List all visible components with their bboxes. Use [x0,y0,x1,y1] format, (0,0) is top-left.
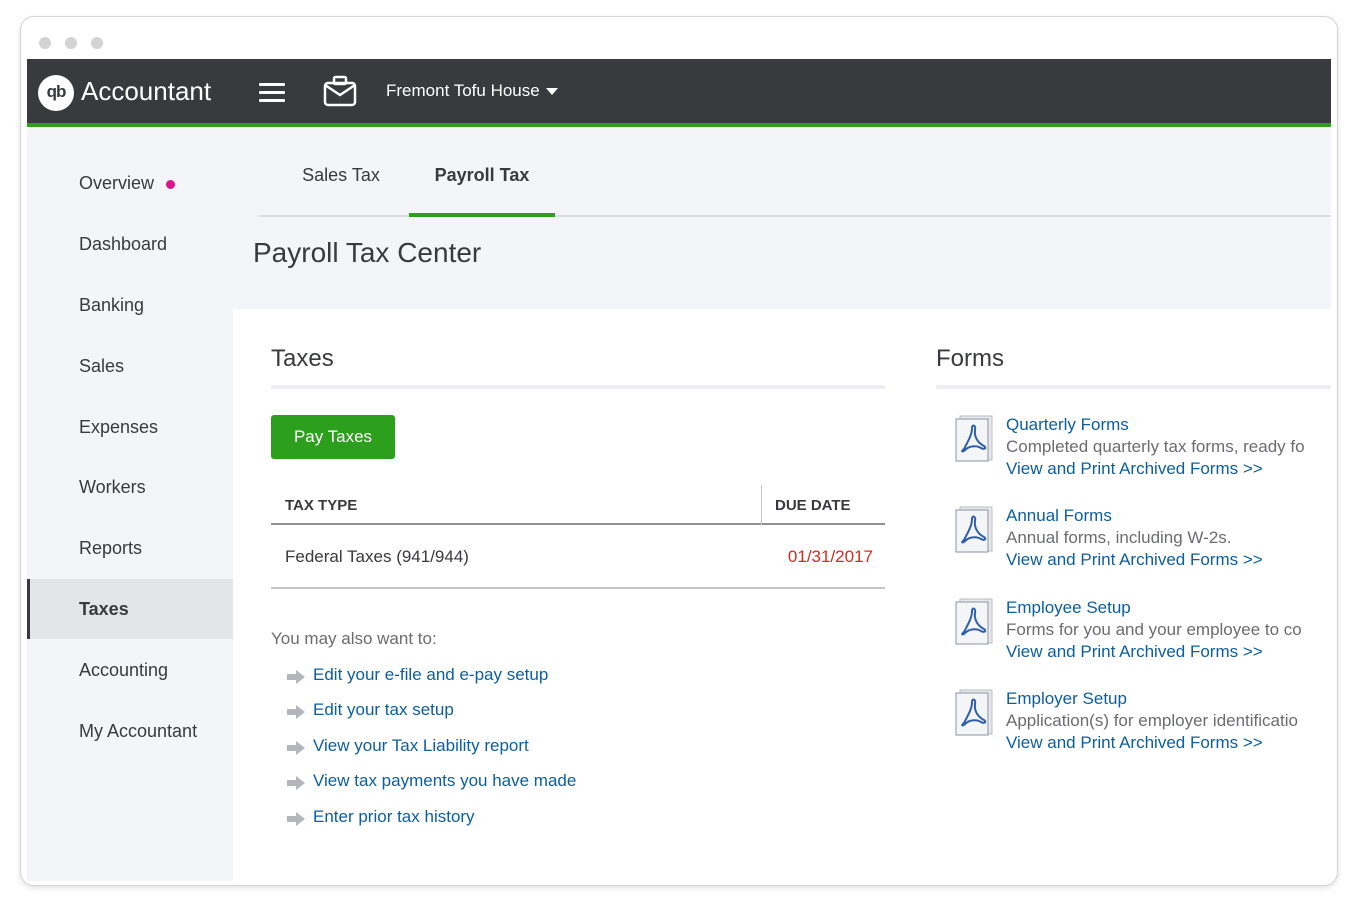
form-desc: Annual forms, including W-2s. [1006,528,1232,547]
browser-window: qb Accountant Fremont Tofu House Overvie… [20,16,1338,886]
link-text: View your Tax Liability report [313,736,529,755]
archived-forms-link[interactable]: View and Print Archived Forms >> [1006,733,1263,753]
sidebar-item-label: Workers [79,477,146,497]
tab-sales-tax[interactable]: Sales Tax [279,165,403,215]
sidebar-item-label: Banking [79,295,145,315]
due-date-cell: 01/31/2017 [787,547,873,566]
sidebar-item-label: Overview [79,173,155,193]
tab-bar: Sales Tax Payroll Tax [259,131,1331,217]
sidebar-item-my-accountant[interactable]: My Accountant [27,701,233,761]
tab-label: Payroll Tax [434,165,530,185]
app-frame: qb Accountant Fremont Tofu House Overvie… [27,59,1331,881]
window-dot-minimize[interactable] [65,37,77,49]
link-text: Edit your tax setup [313,700,454,719]
sidebar-item-taxes[interactable]: Taxes [27,579,233,639]
sidebar-item-label: Expenses [79,417,159,437]
notification-dot-icon [166,179,176,189]
sidebar-item-label: Reports [79,538,143,558]
logo-text: qb [46,82,67,101]
sidebar-item-overview[interactable]: Overview [27,153,233,213]
sidebar-item-expenses[interactable]: Expenses [27,397,233,457]
forms-section: Forms Quarterly Forms Completed quarterl… [936,309,1331,881]
pdf-document-icon [955,506,993,553]
sidebar-item-sales[interactable]: Sales [27,336,233,396]
sidebar-item-reports[interactable]: Reports [27,518,233,578]
window-dot-close[interactable] [39,37,51,49]
form-desc: Application(s) for employer identificati… [1006,711,1298,730]
arrow-right-icon [287,670,305,684]
arrow-right-icon [287,776,305,790]
company-selector[interactable]: Fremont Tofu House [386,81,558,101]
content-panel: Taxes Pay Taxes TAX TYPE DUE DATE Federa… [233,309,1331,881]
column-header-tax-type[interactable]: TAX TYPE [285,497,357,514]
form-item-employee-setup: Employee Setup Forms for you and your em… [954,598,1331,668]
archived-forms-link[interactable]: View and Print Archived Forms >> [1006,550,1263,570]
page-title: Payroll Tax Center [253,237,482,268]
tab-payroll-tax[interactable]: Payroll Tax [409,165,555,217]
form-desc: Completed quarterly tax forms, ready fo [1006,437,1305,456]
also-want-label: You may also want to: [271,629,437,648]
sidebar-item-workers[interactable]: Workers [27,457,233,517]
arrow-right-icon [287,705,305,719]
tax-type-cell: Federal Taxes (941/944) [285,547,469,566]
link-text: Edit your e-file and e-pay setup [313,665,549,684]
archived-forms-link[interactable]: View and Print Archived Forms >> [1006,642,1263,662]
window-controls [39,37,103,49]
sidebar-item-label: Dashboard [79,234,168,254]
sidebar-item-label: Accounting [79,660,169,680]
forms-heading: Forms [936,345,1004,372]
hamburger-menu-icon[interactable] [259,83,285,103]
table-row[interactable]: Federal Taxes (941/944) 01/31/2017 [271,525,885,589]
pdf-document-icon [955,415,993,462]
form-title-annual[interactable]: Annual Forms [1006,506,1112,526]
sidebar-item-banking[interactable]: Banking [27,275,233,335]
form-item-employer-setup: Employer Setup Application(s) for employ… [954,689,1331,759]
form-desc: Forms for you and your employee to co [1006,620,1302,639]
pdf-document-icon [955,689,993,736]
form-title-quarterly[interactable]: Quarterly Forms [1006,415,1129,435]
top-bar: qb Accountant Fremont Tofu House [27,59,1331,127]
sidebar-item-dashboard[interactable]: Dashboard [27,214,233,274]
window-dot-maximize[interactable] [91,37,103,49]
taxes-divider [271,385,885,389]
tax-table: TAX TYPE DUE DATE Federal Taxes (941/944… [271,483,885,589]
link-text: Enter prior tax history [313,807,475,826]
table-header: TAX TYPE DUE DATE [271,483,885,525]
company-name: Fremont Tofu House [386,81,540,100]
brand-title: Accountant [81,76,212,106]
pay-taxes-button[interactable]: Pay Taxes [271,415,395,459]
sidebar-item-accounting[interactable]: Accounting [27,640,233,700]
sidebar: Overview Dashboard Banking Sales Expense… [27,131,233,881]
form-item-annual: Annual Forms Annual forms, including W-2… [954,506,1331,576]
quickbooks-logo-icon[interactable]: qb [38,75,74,111]
arrow-right-icon [287,812,305,826]
tab-label: Sales Tax [302,165,380,185]
forms-divider [936,385,1331,389]
link-text: View tax payments you have made [313,771,577,790]
archived-forms-link[interactable]: View and Print Archived Forms >> [1006,459,1263,479]
taxes-heading: Taxes [271,345,334,372]
form-title-employer-setup[interactable]: Employer Setup [1006,689,1127,709]
briefcase-icon[interactable] [323,75,357,107]
arrow-right-icon [287,741,305,755]
form-item-quarterly: Quarterly Forms Completed quarterly tax … [954,415,1331,485]
sidebar-item-label: My Accountant [79,721,198,741]
pdf-document-icon [955,598,993,645]
column-divider [761,485,762,525]
column-header-due-date[interactable]: DUE DATE [775,497,851,514]
form-title-employee-setup[interactable]: Employee Setup [1006,598,1131,618]
caret-down-icon [545,88,558,96]
sidebar-item-label: Sales [79,356,125,376]
sidebar-item-label: Taxes [79,599,129,619]
